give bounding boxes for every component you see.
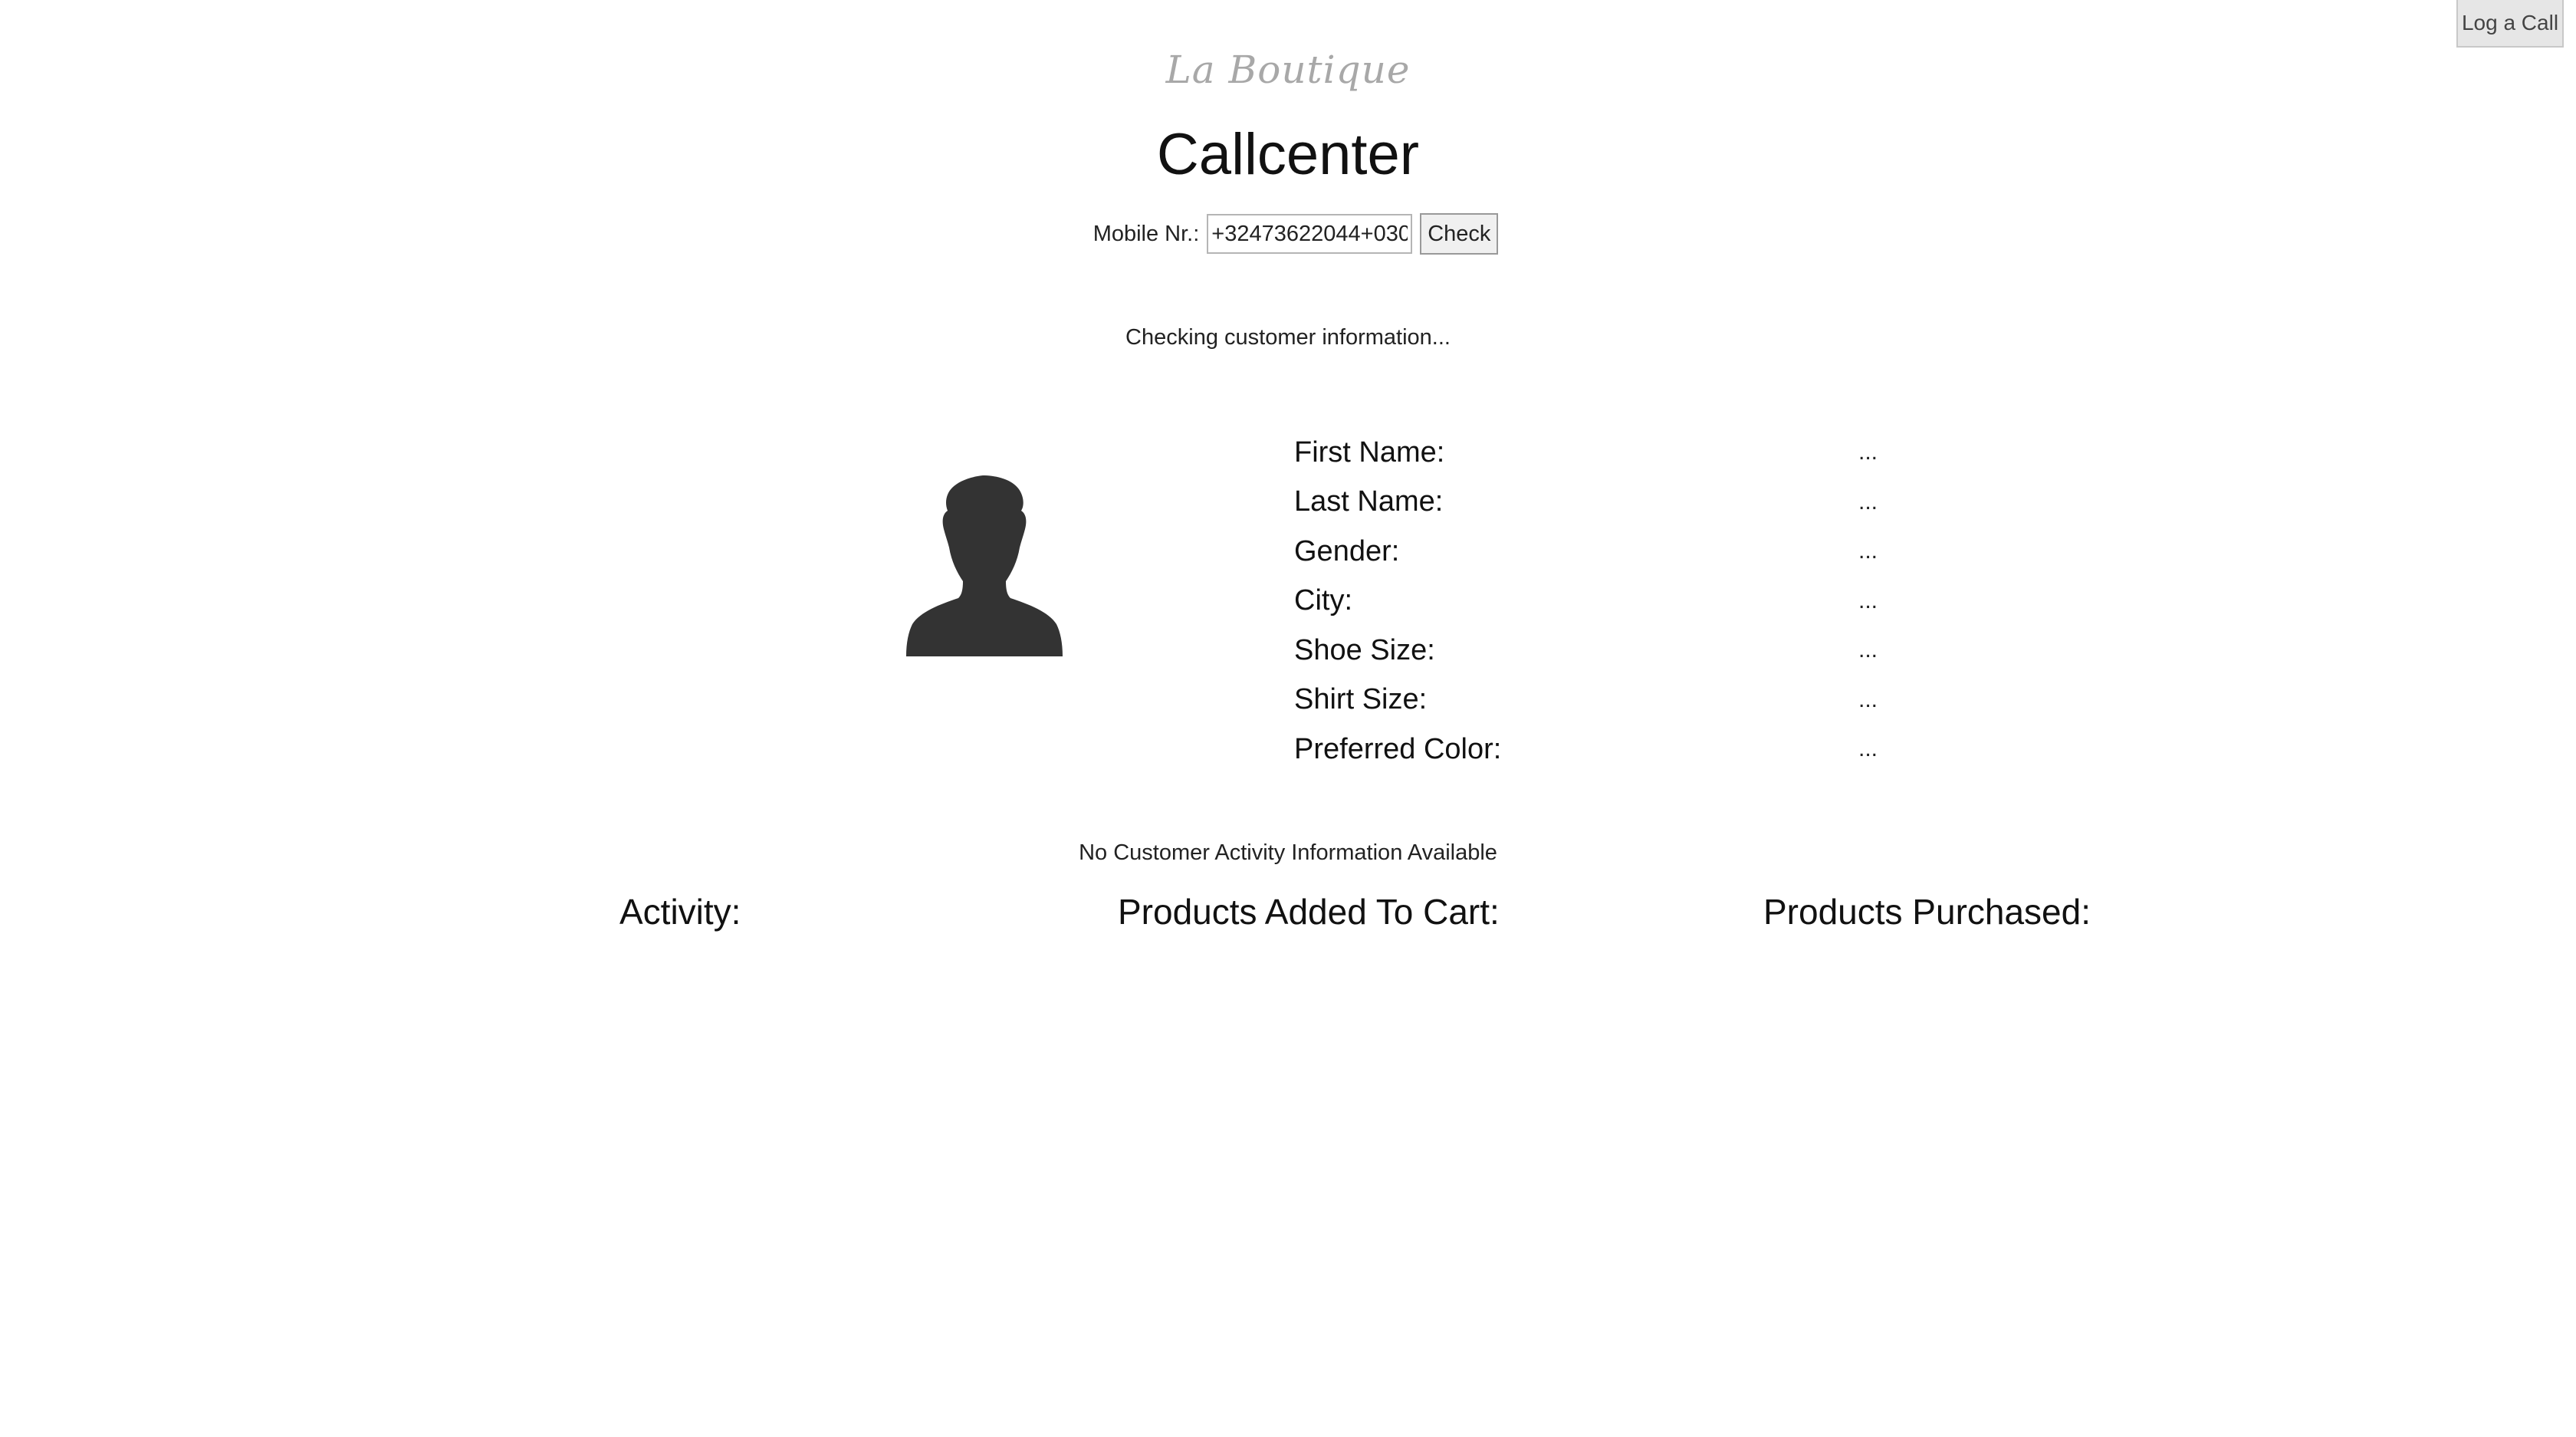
- gender-row: Gender: ...: [1294, 527, 1984, 577]
- status-message: Checking customer information...: [1125, 325, 1451, 350]
- city-label: City:: [1294, 584, 1352, 617]
- mobile-number-input[interactable]: [1207, 214, 1413, 254]
- city-value: ...: [1858, 587, 1878, 613]
- brand-logo: La Boutique: [1165, 48, 1411, 92]
- page-title: Callcenter: [1156, 122, 1420, 187]
- first-name-label: First Name:: [1294, 436, 1445, 469]
- mobile-number-label: Mobile Nr.:: [1092, 221, 1200, 246]
- shirt-size-label: Shirt Size:: [1294, 683, 1428, 716]
- products-added-to-cart-heading: Products Added To Cart:: [1118, 892, 1500, 932]
- preferred-color-row: Preferred Color: ...: [1294, 725, 1984, 774]
- activity-heading: Activity:: [619, 892, 741, 932]
- gender-label: Gender:: [1294, 534, 1400, 567]
- last-name-value: ...: [1858, 488, 1878, 515]
- shoe-size-value: ...: [1858, 637, 1878, 663]
- person-silhouette-icon: [906, 475, 1063, 656]
- customer-info-list: First Name: ... Last Name: ... Gender: .…: [1294, 428, 1984, 774]
- shoe-size-row: Shoe Size: ...: [1294, 626, 1984, 676]
- log-call-button[interactable]: Log a Call: [2456, 0, 2564, 48]
- mobile-search-form: Mobile Nr.: Check: [0, 213, 2576, 255]
- shirt-size-value: ...: [1858, 686, 1878, 712]
- no-activity-message: No Customer Activity Information Availab…: [1079, 840, 1497, 865]
- shirt-size-row: Shirt Size: ...: [1294, 676, 1984, 725]
- last-name-row: Last Name: ...: [1294, 478, 1984, 528]
- check-button[interactable]: Check: [1420, 213, 1499, 255]
- preferred-color-value: ...: [1858, 736, 1878, 762]
- gender-value: ...: [1858, 538, 1878, 564]
- preferred-color-label: Preferred Color:: [1294, 732, 1502, 765]
- products-purchased-heading: Products Purchased:: [1763, 892, 2091, 932]
- shoe-size-label: Shoe Size:: [1294, 633, 1435, 666]
- last-name-label: Last Name:: [1294, 485, 1444, 518]
- first-name-row: First Name: ...: [1294, 428, 1984, 478]
- first-name-value: ...: [1858, 439, 1878, 465]
- city-row: City: ...: [1294, 577, 1984, 626]
